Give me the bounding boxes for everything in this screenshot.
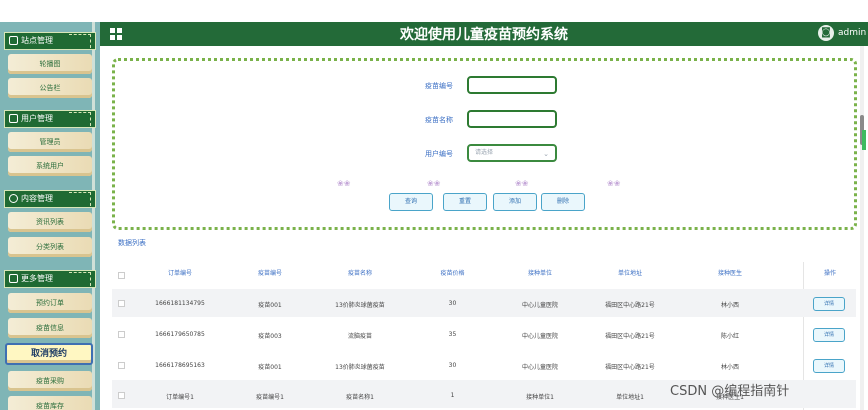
sidebar: 站点管理 轮播图 公告栏 用户管理 管理员 系统用户 内容管理 资讯列表 分类列… — [0, 22, 100, 410]
sidebar-item-notice[interactable]: 公告栏 — [8, 78, 92, 98]
detail-button[interactable]: 详情 — [813, 359, 845, 373]
username[interactable]: admin — [838, 28, 866, 38]
flower-decoration: ❀❀ — [427, 179, 441, 188]
cell-doctor: 林小西 — [720, 302, 739, 309]
add-button[interactable]: 添加 — [493, 193, 537, 211]
cell-unit: 中心儿童医院 — [521, 333, 558, 340]
sidebar-item-purchase[interactable]: 疫苗采购 — [8, 371, 92, 391]
cell-price: 30 — [448, 300, 457, 307]
vaccine-code-label: 疫苗编号 — [425, 82, 453, 90]
user-code-select[interactable]: 请选择 ⌄ — [467, 144, 557, 162]
cell-doctor: 林小西 — [720, 364, 739, 371]
query-button[interactable]: 查询 — [389, 193, 433, 211]
sidebar-section-content[interactable]: 内容管理 — [4, 190, 96, 208]
sidebar-item-admin[interactable]: 管理员 — [8, 132, 92, 152]
cell-vaccine-code: 疫苗003 — [258, 333, 282, 340]
vine-decoration — [69, 112, 91, 126]
cell-vaccine-name: 13价肺炎球菌疫苗 — [335, 364, 385, 371]
header-price: 疫苗价格 — [440, 270, 465, 277]
select-placeholder: 请选择 — [475, 149, 494, 156]
chevron-down-icon: ⌄ — [543, 150, 549, 158]
sidebar-section-label: 内容管理 — [21, 194, 53, 203]
cell-price: 30 — [448, 362, 457, 369]
row-checkbox[interactable] — [118, 331, 125, 338]
vine-decoration — [69, 192, 91, 206]
page-title: 欢迎使用儿童疫苗预约系统 — [400, 27, 568, 43]
sidebar-item-category[interactable]: 分类列表 — [8, 237, 92, 257]
vaccine-name-input[interactable] — [467, 110, 557, 128]
content-icon — [9, 194, 18, 203]
sidebar-item-news[interactable]: 资讯列表 — [8, 212, 92, 232]
row-checkbox[interactable] — [118, 392, 125, 399]
sidebar-item-system-users[interactable]: 系统用户 — [8, 156, 92, 176]
sidebar-item-stock[interactable]: 疫苗库存 — [8, 396, 92, 410]
flower-decoration: ❀❀ — [515, 179, 529, 188]
sidebar-section-more[interactable]: 更多管理 — [4, 270, 96, 288]
sidebar-section-label: 用户管理 — [21, 114, 53, 123]
header-unit: 接种单位 — [527, 270, 552, 277]
cell-price: 1 — [450, 392, 455, 399]
header-address: 单位地址 — [617, 270, 642, 277]
cart-icon — [9, 36, 18, 45]
sidebar-item-orders[interactable]: 预约订单 — [8, 293, 92, 313]
sidebar-section-label: 更多管理 — [21, 274, 53, 283]
cell-vaccine-name: 流脑疫苗 — [347, 333, 372, 340]
sidebar-section-label: 站点管理 — [21, 36, 53, 45]
cell-address: 福田区中心路21号 — [605, 302, 655, 309]
cell-address: 单位地址1 — [616, 394, 644, 401]
cell-vaccine-code: 疫苗001 — [258, 364, 282, 371]
sidebar-item-cancel-booking[interactable]: 取消预约 — [5, 343, 93, 365]
cell-order-code: 1666178695163 — [155, 362, 205, 369]
row-checkbox[interactable] — [118, 362, 125, 369]
cell-order-code: 1666179650785 — [155, 331, 205, 338]
sidebar-item-vaccine-info[interactable]: 疫苗信息 — [8, 318, 92, 338]
app-header: 欢迎使用儿童疫苗预约系统 ◙ admin — [100, 22, 868, 46]
more-icon — [9, 274, 18, 283]
vine-decoration — [69, 272, 91, 286]
browser-top-strip — [0, 0, 868, 22]
reset-button[interactable]: 重置 — [443, 193, 487, 211]
cell-address: 福田区中心路21号 — [605, 364, 655, 371]
detail-button[interactable]: 详情 — [813, 328, 845, 342]
cell-doctor: 陈小红 — [720, 333, 739, 340]
cell-vaccine-code: 疫苗编号1 — [256, 394, 284, 401]
cell-order-code: 1666181134795 — [155, 300, 205, 307]
cell-vaccine-code: 疫苗001 — [258, 302, 282, 309]
avatar[interactable]: ◙ — [818, 25, 834, 41]
cell-unit: 接种单位1 — [526, 394, 554, 401]
flower-decoration: ❀❀ — [607, 179, 621, 188]
row-checkbox[interactable] — [118, 300, 125, 307]
vaccine-name-label: 疫苗名称 — [425, 116, 453, 124]
header-vaccine-code: 疫苗编号 — [257, 270, 282, 277]
header-action: 操作 — [823, 270, 836, 277]
flower-decoration: ❀❀ — [337, 179, 351, 188]
vine-decoration — [69, 34, 91, 48]
list-title: 数据列表 — [118, 239, 146, 247]
cell-order-code: 订单编号1 — [166, 394, 194, 401]
cell-vaccine-name: 13价肺炎球菌疫苗 — [335, 302, 385, 309]
vaccine-code-input[interactable] — [467, 76, 557, 94]
sidebar-section-user[interactable]: 用户管理 — [4, 110, 96, 128]
cell-price: 35 — [448, 331, 457, 338]
sidebar-item-carousel[interactable]: 轮播图 — [8, 54, 92, 74]
cell-unit: 中心儿童医院 — [521, 364, 558, 371]
header-vaccine-name: 疫苗名称 — [347, 270, 372, 277]
select-all-checkbox[interactable] — [118, 272, 125, 279]
detail-button[interactable]: 详情 — [813, 297, 845, 311]
sidebar-section-site[interactable]: 站点管理 — [4, 32, 96, 50]
header-doctor: 接种医生 — [717, 270, 742, 277]
watermark: CSDN @编程指南针 — [670, 384, 790, 399]
cell-unit: 中心儿童医院 — [521, 302, 558, 309]
user-icon — [9, 114, 18, 123]
page-scrollbar-track[interactable] — [860, 46, 864, 410]
header-order-code: 订单编号 — [167, 270, 192, 277]
delete-button[interactable]: 删除 — [541, 193, 585, 211]
search-panel: 疫苗编号 疫苗名称 用户编号 请选择 ⌄ ❀❀ ❀❀ ❀❀ ❀❀ 查询 重置 添… — [112, 58, 857, 230]
cell-address: 福田区中心路21号 — [605, 333, 655, 340]
user-code-label: 用户编号 — [425, 150, 453, 158]
scroll-accent — [862, 130, 866, 150]
cell-vaccine-name: 疫苗名称1 — [346, 394, 374, 401]
